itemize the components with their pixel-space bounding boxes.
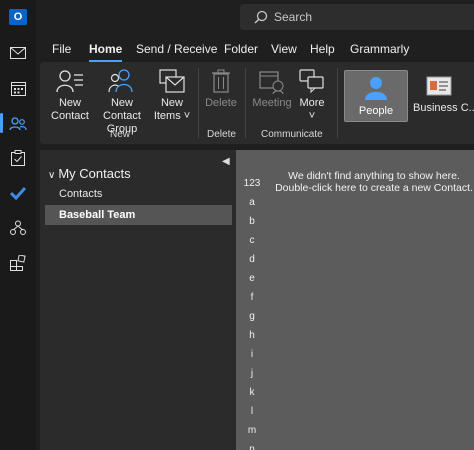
tab-home[interactable]: Home — [89, 42, 123, 62]
alphabet-index-letter[interactable]: f — [242, 288, 262, 307]
alphabet-index-letter[interactable]: g — [242, 307, 262, 326]
tasks-nav-button[interactable] — [0, 143, 36, 173]
new-items-label: New Items ˅ — [153, 97, 191, 122]
business-card-view-label: Business C... — [413, 102, 474, 114]
alphabet-index-letter[interactable]: b — [242, 212, 262, 231]
alphabet-index-letter[interactable]: d — [242, 250, 262, 269]
empty-state-line-1: We didn't find anything to show here. — [288, 170, 460, 182]
mail-nav-button[interactable] — [0, 38, 36, 68]
calendar-nav-button[interactable] — [0, 73, 36, 103]
search-box[interactable]: Search — [240, 4, 474, 30]
collapse-pane-icon[interactable]: ◀ — [222, 156, 230, 167]
alphabet-index-letter[interactable]: i — [242, 345, 262, 364]
alphabet-index-letter[interactable]: k — [242, 383, 262, 402]
my-contacts-label: My Contacts — [58, 166, 131, 181]
new-items-button[interactable]: New Items ˅ — [152, 68, 192, 123]
alphabet-index-letter[interactable]: 123 — [242, 174, 262, 193]
menu-bar: File Home Send / Receive Folder View Hel… — [36, 38, 474, 62]
my-contacts-header[interactable]: ∨ My Contacts — [48, 166, 131, 181]
folder-pane: ◀ ∨ My Contacts Contacts Baseball Team — [40, 150, 236, 450]
alphabet-index-letter[interactable]: n — [242, 440, 262, 450]
alphabet-index-letter[interactable]: c — [242, 231, 262, 250]
people-view-button[interactable]: People — [344, 70, 408, 122]
more-label: More ˅ — [299, 97, 325, 122]
meeting-label: Meeting — [252, 97, 292, 109]
tab-view[interactable]: View — [271, 42, 297, 56]
apps-nav-button[interactable] — [0, 248, 36, 278]
delete-label: Delete — [205, 97, 237, 109]
search-icon — [254, 10, 268, 24]
folder-item-contacts[interactable]: Contacts — [45, 184, 232, 204]
meeting-icon — [259, 71, 284, 94]
trash-icon — [212, 69, 230, 93]
ribbon-separator — [245, 68, 246, 138]
folder-item-baseball-team[interactable]: Baseball Team — [45, 205, 232, 225]
business-card-view-button[interactable]: Business C... — [410, 70, 474, 122]
alphabet-index-letter[interactable]: e — [242, 269, 262, 288]
business-card-icon — [426, 76, 452, 96]
more-button[interactable]: More ˅ — [294, 68, 330, 123]
apps-icon — [10, 255, 26, 271]
meeting-button[interactable]: Meeting — [250, 68, 294, 110]
group-label-delete: Delete — [207, 129, 236, 140]
person-card-icon — [365, 77, 387, 100]
app-rail: O — [0, 0, 36, 450]
delete-button[interactable]: Delete — [202, 68, 240, 110]
tab-file[interactable]: File — [52, 42, 71, 56]
new-contact-group-button[interactable]: New Contact Group — [92, 68, 152, 136]
mail-icon — [10, 47, 26, 59]
todo-nav-button[interactable] — [0, 178, 36, 208]
empty-state-message[interactable]: We didn't find anything to show here. Do… — [274, 170, 474, 194]
people-icon — [9, 116, 27, 130]
tab-help[interactable]: Help — [310, 42, 335, 56]
alphabet-index-letter[interactable]: l — [242, 402, 262, 421]
people-nav-button[interactable] — [0, 108, 36, 138]
ribbon: New Contact New Contact Group New Items … — [40, 62, 474, 144]
people-view-label: People — [358, 105, 394, 117]
contacts-view[interactable]: We didn't find anything to show here. Do… — [236, 150, 474, 450]
new-contact-label: New Contact — [51, 97, 89, 122]
new-contact-icon — [56, 70, 83, 93]
new-items-icon — [159, 69, 185, 93]
alphabet-index-letter[interactable]: j — [242, 364, 262, 383]
ribbon-separator — [198, 68, 199, 138]
new-contact-button[interactable]: New Contact — [48, 68, 92, 123]
title-bar: Search — [36, 0, 474, 36]
alphabet-index-letter[interactable]: m — [242, 421, 262, 440]
group-label-new: New — [110, 129, 131, 140]
new-contact-group-icon — [108, 69, 133, 93]
alphabet-index-letter[interactable]: h — [242, 326, 262, 345]
chevron-down-icon: ∨ — [48, 170, 56, 181]
tasks-icon — [11, 150, 25, 166]
alphabet-index: 123 a b c d e f g h i j k l m n — [242, 174, 262, 450]
ribbon-separator — [337, 68, 338, 138]
todo-icon — [10, 186, 26, 200]
group-label-communicate: Communicate — [261, 129, 323, 140]
groups-icon — [10, 220, 26, 235]
outlook-logo-icon: O — [9, 9, 27, 25]
groups-nav-button[interactable] — [0, 213, 36, 243]
alphabet-index-letter[interactable]: a — [242, 193, 262, 212]
tab-grammarly[interactable]: Grammarly — [350, 42, 409, 56]
calendar-icon — [10, 81, 26, 96]
tab-folder[interactable]: Folder — [224, 42, 258, 56]
more-chat-icon — [299, 69, 324, 94]
search-placeholder: Search — [274, 10, 313, 24]
tab-send-receive[interactable]: Send / Receive — [136, 42, 217, 56]
empty-state-line-2: Double-click here to create a new Contac… — [275, 182, 473, 194]
